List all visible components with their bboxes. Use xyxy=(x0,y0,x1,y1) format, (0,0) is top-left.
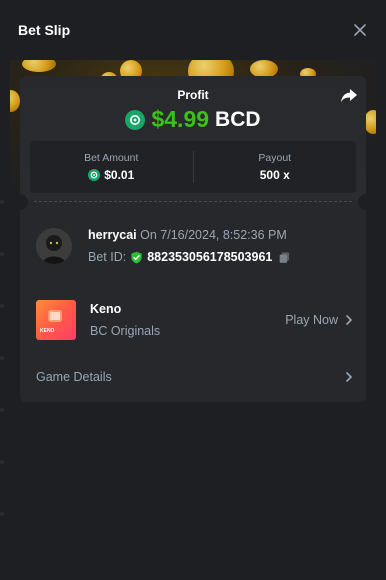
background-marker xyxy=(0,252,4,256)
ticket-perforation xyxy=(20,194,366,210)
game-info: Keno BC Originals xyxy=(90,302,285,338)
modal-title: Bet Slip xyxy=(18,22,71,38)
bet-stats: Bet Amount $0.01 Payout 500 x xyxy=(30,141,356,193)
bet-id-label: Bet ID: xyxy=(88,250,127,264)
verified-shield-icon xyxy=(131,251,142,263)
avatar[interactable] xyxy=(36,228,72,264)
payout-label: Payout xyxy=(258,152,292,164)
modal-header: Bet Slip xyxy=(0,0,386,60)
bet-id-line: Bet ID: 882353056178503961 xyxy=(88,250,291,264)
perforation-dashed-line xyxy=(34,201,352,202)
share-button[interactable] xyxy=(340,88,360,108)
bet-amount-label: Bet Amount xyxy=(84,152,139,164)
chevron-right-icon xyxy=(346,315,352,325)
payout-value: 500 x xyxy=(259,168,290,182)
bet-card: Profit $4.99 BCD Bet Amount $0.01 Payout… xyxy=(20,76,366,402)
game-details-label: Game Details xyxy=(36,370,112,384)
perforation-notch-left xyxy=(20,194,28,210)
profit-currency: BCD xyxy=(215,107,261,131)
profit-amount: $4.99 xyxy=(151,106,210,132)
background-marker xyxy=(0,512,4,516)
chevron-right-icon xyxy=(346,372,352,382)
bc-coin-icon xyxy=(88,169,101,181)
avatar-icon xyxy=(36,228,72,264)
payout-stat: Payout 500 x xyxy=(194,141,357,193)
share-icon xyxy=(341,89,357,103)
user-line: herrycai On 7/16/2024, 8:52:36 PM xyxy=(88,228,291,242)
background-scroll-markers xyxy=(0,200,4,564)
keno-ball-icon xyxy=(48,310,62,322)
close-button[interactable] xyxy=(350,20,370,40)
profit-value: $4.99 BCD xyxy=(20,106,366,133)
background-marker xyxy=(0,408,4,412)
close-icon xyxy=(354,24,366,36)
background-marker xyxy=(0,200,4,204)
keno-game-thumbnail: KENO xyxy=(36,300,76,340)
bet-datetime: On 7/16/2024, 8:52:36 PM xyxy=(140,228,287,242)
bet-amount-value-row: $0.01 xyxy=(88,168,134,182)
game-name: Keno xyxy=(90,302,122,316)
user-info-row: herrycai On 7/16/2024, 8:52:36 PM Bet ID… xyxy=(36,228,354,264)
bet-amount-stat: Bet Amount $0.01 xyxy=(30,141,193,193)
user-details: herrycai On 7/16/2024, 8:52:36 PM Bet ID… xyxy=(88,228,291,264)
background-marker xyxy=(0,460,4,464)
username[interactable]: herrycai xyxy=(88,228,137,242)
perforation-notch-right xyxy=(358,194,366,210)
bet-slip-modal: Bet Slip Profit $4.99 BCD Bet Amount $0.… xyxy=(0,0,386,580)
copy-icon[interactable] xyxy=(278,251,291,264)
profit-section: Profit $4.99 BCD Bet Amount $0.01 Payout… xyxy=(20,76,366,200)
bc-coin-icon xyxy=(125,109,146,130)
coin-decoration xyxy=(22,60,56,72)
bet-amount-value: $0.01 xyxy=(104,168,135,182)
game-details-button[interactable]: Game Details xyxy=(36,366,354,388)
game-provider: BC Originals xyxy=(90,324,161,338)
bet-id-value: 882353056178503961 xyxy=(147,250,273,264)
profit-label: Profit xyxy=(177,88,209,102)
play-now-label: Play Now xyxy=(285,313,338,327)
game-thumb-text: KENO xyxy=(40,328,55,334)
game-row[interactable]: KENO Keno BC Originals Play Now xyxy=(36,300,354,340)
background-marker xyxy=(0,304,4,308)
play-now-button[interactable]: Play Now xyxy=(285,313,354,327)
background-marker xyxy=(0,356,4,360)
coin-decoration xyxy=(10,90,20,112)
